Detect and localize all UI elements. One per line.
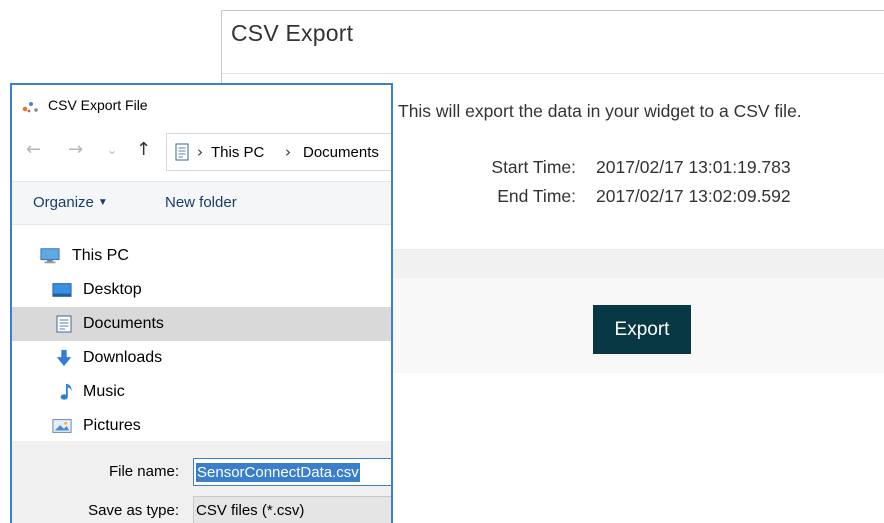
file-name-label: File name: [108,463,179,480]
desktop-icon [52,283,72,297]
toolbar: Organize ▼ New folder [12,181,391,225]
organize-label: Organize [33,194,94,211]
back-arrow-icon[interactable]: ← [26,139,41,160]
recent-dropdown-icon[interactable]: ⌄ [107,143,117,157]
pictures-icon [52,419,72,433]
download-arrow-icon [56,349,72,367]
file-name-value: SensorConnectData.csv [196,463,360,482]
breadcrumb-documents[interactable]: Documents [303,144,379,161]
address-bar[interactable]: › This PC › Documents [166,133,391,171]
tree-item-label: Downloads [83,349,163,366]
monitor-icon [40,248,60,264]
new-folder-button[interactable]: New folder [165,194,237,211]
music-note-icon [60,383,72,400]
tree-item-downloads[interactable]: Downloads [12,341,391,375]
export-button[interactable]: Export [593,305,691,354]
tree-item-desktop[interactable]: Desktop [12,273,391,307]
breadcrumb-separator: › [197,143,203,161]
tree-item-label: Music [83,383,125,400]
end-time-label: End Time: [497,186,576,206]
navigation-tree: This PC Desktop Documents Downloads Musi… [12,234,391,444]
forward-arrow-icon[interactable]: → [68,139,83,160]
tree-item-label: This PC [72,247,129,264]
breadcrumb-this-pc[interactable]: This PC [211,144,264,161]
organize-button[interactable]: Organize ▼ [33,194,108,211]
tree-item-music[interactable]: Music [12,375,391,409]
breadcrumb-separator: › [285,143,291,161]
export-message: This will export the data in your widget… [398,101,802,121]
save-as-type-select[interactable]: CSV files (*.csv) [193,496,391,523]
save-as-type-label: Save as type: [88,502,179,519]
up-arrow-icon[interactable]: ↑ [136,139,151,160]
tree-item-documents[interactable]: Documents [12,307,391,341]
tree-item-label: Documents [83,315,164,332]
document-icon [175,143,189,161]
end-time-value: 2017/02/17 13:02:09.592 [596,186,791,206]
dialog-title: CSV Export File [48,97,148,113]
file-name-input[interactable]: SensorConnectData.csv [193,458,391,486]
dialog-title: CSV Export [231,20,354,46]
navigation-bar: ← → ⌄ ↑ › This PC › Documents [12,133,391,171]
start-time-label: Start Time: [491,157,576,177]
tree-item-label: Pictures [83,417,141,434]
document-icon [56,315,72,333]
start-time-value: 2017/02/17 13:01:19.783 [596,157,791,177]
app-logo-icon [22,102,38,113]
caret-down-icon: ▼ [97,197,108,208]
save-as-type-value: CSV files (*.csv) [196,502,305,519]
save-file-dialog: CSV Export File ← → ⌄ ↑ › This PC › Docu… [10,83,393,523]
file-options-panel: File name: SensorConnectData.csv Save as… [12,441,391,523]
tree-item-pictures[interactable]: Pictures [12,409,391,443]
tree-item-this-pc[interactable]: This PC [12,239,391,273]
csv-export-header: CSV Export [222,11,884,74]
tree-item-label: Desktop [83,281,142,298]
title-bar: CSV Export File [12,85,391,125]
